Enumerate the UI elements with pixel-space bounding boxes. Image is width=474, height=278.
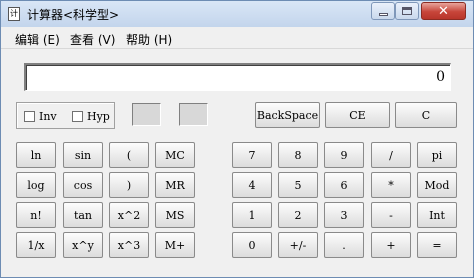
result-display: 0 xyxy=(24,63,451,91)
calculator-icon: 计 xyxy=(8,7,20,21)
mr-button[interactable]: MR xyxy=(155,172,195,198)
clear-entry-button[interactable]: CE xyxy=(325,102,390,128)
menu-help[interactable]: 帮助 (H) xyxy=(126,31,172,48)
subtract-button[interactable]: - xyxy=(371,202,411,228)
pi-button[interactable]: pi xyxy=(417,142,457,168)
hyp-checkbox[interactable]: Hyp xyxy=(72,110,110,123)
close-icon: ✕ xyxy=(438,3,449,19)
divide-button[interactable]: / xyxy=(371,142,411,168)
sin-button[interactable]: sin xyxy=(63,142,103,168)
inv-checkbox-box[interactable] xyxy=(24,111,35,122)
cos-button[interactable]: cos xyxy=(63,172,103,198)
hyp-label: Hyp xyxy=(87,110,110,123)
digit-8-button[interactable]: 8 xyxy=(278,142,318,168)
digit-3-button[interactable]: 3 xyxy=(324,202,364,228)
close-button[interactable]: ✕ xyxy=(421,2,466,20)
ln-button[interactable]: ln xyxy=(16,142,56,168)
window-title: 计算器<科学型> xyxy=(27,8,120,22)
digit-4-button[interactable]: 4 xyxy=(232,172,272,198)
equals-button[interactable]: = xyxy=(417,232,457,258)
minimize-icon xyxy=(378,13,388,16)
menu-view[interactable]: 查看 (V) xyxy=(70,31,115,48)
minimize-button[interactable] xyxy=(371,2,395,20)
parenthesis-indicator xyxy=(132,103,161,126)
inv-hyp-group: Inv Hyp xyxy=(16,102,115,129)
digit-6-button[interactable]: 6 xyxy=(324,172,364,198)
right-paren-button[interactable]: ) xyxy=(109,172,149,198)
menu-edit[interactable]: 编辑 (E) xyxy=(15,31,60,48)
inv-label: Inv xyxy=(39,110,57,123)
maximize-icon xyxy=(402,7,412,15)
mod-button[interactable]: Mod xyxy=(417,172,457,198)
power-button[interactable]: x^y xyxy=(63,232,103,258)
digit-1-button[interactable]: 1 xyxy=(232,202,272,228)
log-button[interactable]: log xyxy=(16,172,56,198)
backspace-button[interactable]: BackSpace xyxy=(255,102,320,128)
digit-2-button[interactable]: 2 xyxy=(278,202,318,228)
clear-button[interactable]: C xyxy=(395,102,457,128)
inv-checkbox[interactable]: Inv xyxy=(24,110,57,123)
decimal-point-button[interactable]: . xyxy=(324,232,364,258)
hyp-checkbox-box[interactable] xyxy=(72,111,83,122)
negate-button[interactable]: +/- xyxy=(278,232,318,258)
factorial-button[interactable]: n! xyxy=(16,202,56,228)
title-bar[interactable]: 计 计算器<科学型> ✕ xyxy=(1,1,473,27)
digit-0-button[interactable]: 0 xyxy=(232,232,272,258)
digit-5-button[interactable]: 5 xyxy=(278,172,318,198)
m-plus-button[interactable]: M+ xyxy=(155,232,195,258)
digit-7-button[interactable]: 7 xyxy=(232,142,272,168)
digit-9-button[interactable]: 9 xyxy=(324,142,364,168)
ms-button[interactable]: MS xyxy=(155,202,195,228)
int-button[interactable]: Int xyxy=(417,202,457,228)
reciprocal-button[interactable]: 1/x xyxy=(16,232,56,258)
maximize-button[interactable] xyxy=(395,2,419,20)
add-button[interactable]: + xyxy=(371,232,411,258)
left-paren-button[interactable]: ( xyxy=(109,142,149,168)
mc-button[interactable]: MC xyxy=(155,142,195,168)
cube-button[interactable]: x^3 xyxy=(109,232,149,258)
memory-indicator xyxy=(179,103,208,126)
tan-button[interactable]: tan xyxy=(63,202,103,228)
calculator-window: 计 计算器<科学型> ✕ 编辑 (E) 查看 (V) 帮助 (H) 0 Inv … xyxy=(0,0,474,278)
square-button[interactable]: x^2 xyxy=(109,202,149,228)
menu-bar: 编辑 (E) 查看 (V) 帮助 (H) xyxy=(1,28,473,49)
multiply-button[interactable]: * xyxy=(371,172,411,198)
